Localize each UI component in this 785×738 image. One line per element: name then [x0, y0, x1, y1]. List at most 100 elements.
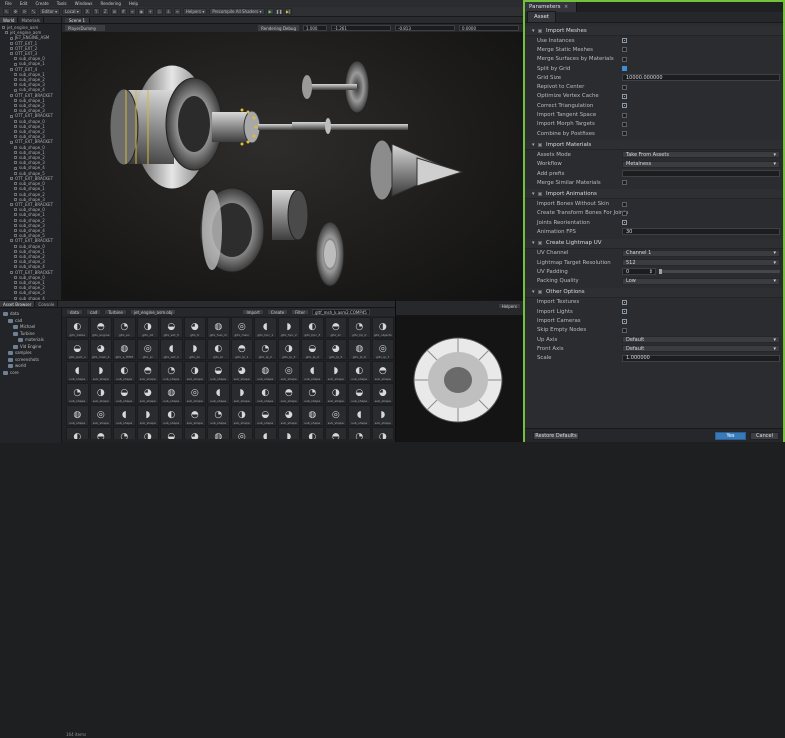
param-checkbox[interactable] [622, 299, 627, 305]
visibility-checkbox[interactable] [10, 41, 13, 45]
asset-thumbnail[interactable]: ◔sub_shape [348, 427, 371, 439]
scale-tool-icon[interactable]: ⤡ [30, 8, 37, 15]
slider-handle[interactable] [659, 269, 662, 275]
visibility-checkbox[interactable] [14, 286, 17, 290]
asset-thumbnail[interactable]: ◑sub_shape [324, 383, 347, 404]
param-checkbox[interactable] [622, 38, 627, 44]
asset-thumbnail[interactable]: ◎sub_shape [277, 361, 300, 382]
asset-thumbnail[interactable]: ◖sub_shape [348, 405, 371, 426]
visibility-checkbox[interactable] [10, 239, 13, 243]
asset-thumbnail[interactable]: ◍ gltx_lp_6 [348, 339, 371, 360]
asset-thumbnail[interactable]: ◑ gltx_lp_3 [277, 339, 300, 360]
param-checkbox[interactable] [622, 309, 627, 315]
visibility-checkbox[interactable] [10, 114, 13, 118]
asset-thumbnail[interactable]: ◔sub_shape [207, 405, 230, 426]
section-header[interactable]: ▾ Import Meshes [525, 26, 783, 36]
menu-help[interactable]: Help [129, 1, 138, 6]
param-checkbox[interactable] [622, 318, 627, 324]
asset-thumbnail[interactable]: ◐sub_shape [66, 427, 89, 439]
param-checkbox[interactable] [622, 180, 627, 186]
visibility-checkbox[interactable] [14, 244, 17, 248]
param-select[interactable]: Channel 1 ▾ [622, 249, 780, 257]
section-toggle-checkbox[interactable] [538, 191, 542, 196]
section-toggle-checkbox[interactable] [538, 290, 542, 295]
asset-thumbnail[interactable]: ◗ gltx_bc [183, 339, 206, 360]
menu-edit[interactable]: Edit [20, 1, 28, 6]
asset-thumbnail[interactable]: ◕ gltx_tr [183, 317, 206, 338]
param-checkbox[interactable] [622, 56, 627, 62]
node-icon[interactable]: ◇ [155, 8, 163, 15]
asset-thumbnail[interactable]: ◑sub_shape [230, 405, 253, 426]
asset-thumbnail[interactable]: ◐ gltx_Cable [66, 317, 89, 338]
path-chip-turbine[interactable]: Turbine [104, 309, 127, 315]
asset-thumbnail[interactable]: ◗sub_shape [324, 361, 347, 382]
asset-thumbnail[interactable]: ◗sub_shape [230, 383, 253, 404]
visibility-checkbox[interactable] [14, 275, 17, 279]
visibility-checkbox[interactable] [14, 150, 17, 154]
asset-thumbnail[interactable]: ◖ gltx_hpc_1 [254, 317, 277, 338]
param-select[interactable]: 512 ▾ [622, 259, 780, 267]
asset-thumbnail[interactable]: ◓ gltx_engine [89, 317, 112, 338]
asset-thumbnail[interactable]: ◍sub_shape [207, 427, 230, 439]
asset-thumbnail[interactable]: ◑ gltx_objects [371, 317, 394, 338]
asset-thumbnail[interactable]: ◍sub_shape [66, 405, 89, 426]
section-toggle-checkbox[interactable] [538, 241, 542, 246]
viewport-value-2[interactable]: -1.261 [331, 25, 391, 31]
asset-thumbnail[interactable]: ◑ gltx_dd [136, 317, 159, 338]
tab-asset[interactable]: Asset [527, 11, 557, 22]
visibility-checkbox[interactable] [10, 270, 13, 274]
asset-thumbnail[interactable]: ◒sub_shape [113, 383, 136, 404]
asset-thumbnail[interactable]: ◐ gltx_br [207, 339, 230, 360]
viewport-value-4[interactable]: 0.0000 [459, 25, 519, 31]
anchor-icon[interactable]: ⚓ [164, 8, 172, 15]
asset-thumbnail[interactable]: ◎ gltx_lp_7 [371, 339, 394, 360]
visibility-checkbox[interactable] [14, 187, 17, 191]
asset-thumbnail[interactable]: ◐sub_shape [113, 361, 136, 382]
axis-x-toggle[interactable]: X [83, 8, 91, 15]
asset-thumbnail[interactable]: ◖ gltx_ext_1 [160, 339, 183, 360]
param-select[interactable]: Take From Assets ▾ [622, 151, 780, 159]
param-checkbox[interactable] [622, 220, 627, 226]
asset-thumbnail[interactable]: ◗sub_shape [371, 405, 394, 426]
param-select[interactable]: Default ▾ [622, 345, 780, 353]
menu-file[interactable]: File [5, 1, 12, 6]
param-checkbox[interactable] [622, 131, 627, 137]
param-select[interactable]: Low ▾ [622, 277, 780, 285]
helpers-dropdown[interactable]: Helpers ▾ [182, 8, 208, 15]
asset-thumbnail[interactable]: ◕sub_shape [136, 383, 159, 404]
asset-thumbnail[interactable]: ◎sub_shape [324, 405, 347, 426]
visibility-checkbox[interactable] [14, 109, 17, 113]
visibility-checkbox[interactable] [14, 104, 17, 108]
filter-button[interactable]: Filter [291, 309, 309, 315]
visibility-checkbox[interactable] [14, 260, 17, 264]
folder-item[interactable]: core [3, 370, 58, 377]
asset-thumbnail[interactable]: ◔sub_shape [113, 427, 136, 439]
param-checkbox[interactable] [622, 121, 627, 127]
visibility-checkbox[interactable] [14, 135, 17, 139]
visibility-checkbox[interactable] [14, 145, 17, 149]
asset-thumbnail[interactable]: ◓sub_shape [183, 405, 206, 426]
asset-thumbnail[interactable]: ◗sub_shape [136, 405, 159, 426]
preview-helpers-dropdown[interactable]: Helpers [497, 303, 521, 309]
asset-thumbnail[interactable]: ◓sub_shape [277, 383, 300, 404]
asset-thumbnail[interactable]: ◍ gltx_fuel_m [207, 317, 230, 338]
visibility-checkbox[interactable] [14, 78, 17, 82]
asset-thumbnail[interactable]: ◗sub_shape [277, 427, 300, 439]
asset-thumbnail[interactable]: ◔ gltx_hp_0 [348, 317, 371, 338]
param-input[interactable]: 10000.000000 [622, 74, 780, 82]
param-select[interactable]: Metalness ▾ [622, 160, 780, 168]
menu-create[interactable]: Create [35, 1, 48, 6]
viewport-value-3[interactable]: -0.813 [395, 25, 455, 31]
path-chip-file[interactable]: jet_engine_asm.obj [129, 309, 177, 315]
param-input[interactable] [622, 170, 780, 177]
tab-console[interactable]: Console [35, 301, 59, 307]
asset-thumbnail[interactable]: ◒sub_shape [254, 405, 277, 426]
asset-thumbnail[interactable]: ◐ gltx_hpc_3 [301, 317, 324, 338]
grid-icon[interactable]: # [119, 8, 127, 15]
tab-scene[interactable]: Scene 1 [65, 17, 91, 23]
visibility-checkbox[interactable] [5, 31, 8, 35]
asset-thumbnail[interactable]: ◓sub_shape [371, 361, 394, 382]
asset-thumbnail[interactable]: ◒ gltx_lp_4 [301, 339, 324, 360]
asset-thumbnail[interactable]: ◎sub_shape [89, 405, 112, 426]
visibility-checkbox[interactable] [14, 291, 17, 295]
